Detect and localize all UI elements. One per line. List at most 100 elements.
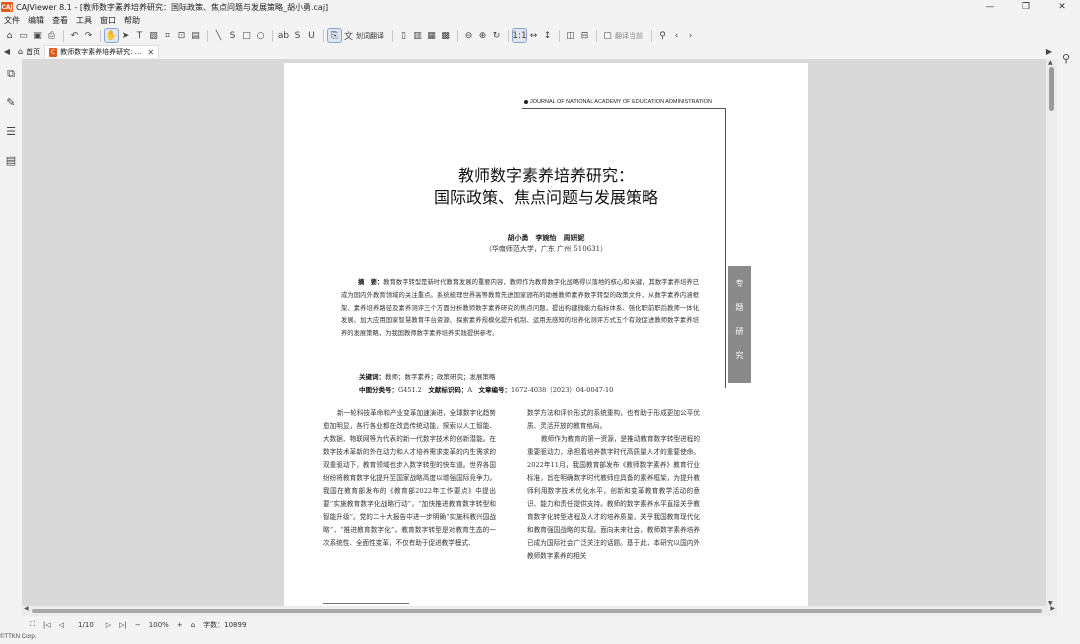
home-icon[interactable]: ⌂: [3, 29, 16, 42]
hand-tool-icon[interactable]: ✋: [104, 28, 119, 43]
word-count: 字数： 10899: [203, 620, 246, 630]
curve-tool-icon[interactable]: S: [226, 29, 239, 42]
menu-help[interactable]: 帮助: [120, 15, 144, 26]
toolbar-separator: [272, 29, 273, 42]
app-window: CAJ CAJViewer 8.1 - [教师数字素养培养研究：国际政策、焦点问…: [0, 0, 1080, 644]
strikethrough-icon[interactable]: S: [291, 29, 304, 42]
next-page-icon[interactable]: ▷: [106, 621, 111, 629]
fit-page-icon[interactable]: ↕: [541, 29, 554, 42]
zoom-out-icon[interactable]: ⊖: [462, 29, 475, 42]
horizontal-scrollbar[interactable]: ◀ ▶: [22, 605, 1057, 616]
translate-icon[interactable]: 文: [342, 29, 355, 42]
continuous-page-icon[interactable]: ▥: [411, 29, 424, 42]
tab-document[interactable]: C 教师数字素养培养研究: ... ✕: [44, 45, 160, 58]
maximize-button[interactable]: ❐: [1008, 0, 1044, 14]
toolbar-separator: [63, 29, 64, 42]
line-tool-icon[interactable]: ╲: [212, 29, 225, 42]
tab-home-label: 首页: [26, 47, 41, 56]
document-page: JOURNAL OF NATIONAL ACADEMY OF EDUCATION…: [284, 63, 808, 607]
comment-icon[interactable]: ▤: [189, 29, 202, 42]
single-page-icon[interactable]: ▯: [397, 29, 410, 42]
previous-icon[interactable]: ‹: [670, 29, 683, 42]
tab-home[interactable]: ⌂ 首页: [14, 45, 44, 58]
right-panel: ⚲: [1057, 44, 1080, 604]
doc-code-label: 文献标识码：: [428, 386, 468, 394]
tab-scroll-right-icon[interactable]: ▶: [1046, 47, 1052, 56]
classification-line: 中图分类号：G451.2 文献标识码：A 文章编号：1672-4038（2023…: [359, 384, 613, 394]
undo-icon[interactable]: ↶: [68, 29, 81, 42]
menu-view[interactable]: 查看: [48, 15, 72, 26]
redo-icon[interactable]: ↷: [82, 29, 95, 42]
zoom-in-status-icon[interactable]: +: [177, 621, 183, 629]
translate-page-icon[interactable]: ▢: [601, 29, 614, 42]
edit-icon[interactable]: ✎: [0, 88, 22, 117]
toolbar: ⌂ ▭ ▣ ⎙ ↶ ↷ ✋ ➤ T ▨ ⌗ ⊡ ▤ ╲ S □ ○ ab S U…: [0, 27, 1080, 44]
rotate-icon[interactable]: ↻: [490, 29, 503, 42]
zoom-in-icon[interactable]: ⊕: [476, 29, 489, 42]
word-translate-icon[interactable]: ⎘: [327, 28, 342, 43]
close-tab-icon[interactable]: ✕: [147, 48, 154, 57]
copyright-text: ©TTKN Corp.: [0, 634, 37, 640]
zoom-out-status-icon[interactable]: −: [135, 621, 141, 629]
menu-window[interactable]: 窗口: [96, 15, 120, 26]
rectangle-tool-icon[interactable]: □: [240, 29, 253, 42]
class-value: G451.2: [398, 386, 422, 394]
thumbnail-view-icon[interactable]: ▩: [439, 29, 452, 42]
list-icon[interactable]: ☰: [0, 117, 22, 146]
page-indicator[interactable]: 1/10: [78, 621, 94, 629]
body-paragraph: 教师作为教育的第一资源，是推动教育数字转型进程的重要驱动力，承担着培养数字时代高…: [527, 435, 700, 560]
fit-icon[interactable]: ⌂: [191, 621, 195, 629]
text-select-icon[interactable]: T: [133, 29, 146, 42]
footnote-rule: [323, 603, 409, 604]
two-page-icon[interactable]: ▦: [425, 29, 438, 42]
split-view-icon[interactable]: ◫: [564, 29, 577, 42]
scroll-left-icon[interactable]: ◀: [24, 605, 29, 612]
last-page-icon[interactable]: ▷|: [119, 621, 127, 629]
menu-file[interactable]: 文件: [0, 15, 24, 26]
scroll-up-icon[interactable]: ▲: [1048, 59, 1053, 66]
toolbar-separator: [323, 29, 324, 42]
close-window-button[interactable]: ✕: [1044, 0, 1080, 14]
translate-current-label[interactable]: 翻译当前: [615, 31, 643, 41]
scroll-right-icon[interactable]: ▶: [1050, 605, 1055, 612]
toolbar-separator: [508, 29, 509, 42]
notes-icon[interactable]: ▤: [0, 146, 22, 175]
next-icon[interactable]: ›: [684, 29, 697, 42]
prev-page-icon[interactable]: ◁: [59, 621, 64, 629]
word-count-value: 10899: [224, 620, 247, 629]
select-cursor-icon[interactable]: ➤: [119, 29, 132, 42]
fit-width-icon[interactable]: ↔: [527, 29, 540, 42]
article-authors: 胡小勇 李婉怡 周妍妮: [507, 233, 585, 242]
vertical-scroll-thumb[interactable]: [1049, 67, 1054, 111]
actual-size-icon[interactable]: 1:1: [512, 28, 527, 43]
word-translate-label[interactable]: 划词翻译: [356, 31, 384, 41]
highlight-icon[interactable]: ab: [277, 29, 290, 42]
vertical-scrollbar[interactable]: ▲ ▼: [1046, 59, 1057, 607]
image-select-icon[interactable]: ▨: [147, 29, 160, 42]
horizontal-scroll-thumb[interactable]: [32, 609, 1042, 613]
search-icon[interactable]: ⚲: [656, 29, 669, 42]
first-page-icon[interactable]: |◁: [43, 621, 51, 629]
zoom-level[interactable]: 100%: [149, 621, 169, 629]
tab-scroll-left-icon[interactable]: ◀: [0, 47, 14, 56]
journal-header: JOURNAL OF NATIONAL ACADEMY OF EDUCATION…: [524, 99, 712, 105]
body-paragraph: 数学方法和评价形式的系统重构，也有助于形成更加公平优质、灵活开放的教育格局。: [527, 409, 700, 430]
open-file-icon[interactable]: ▭: [17, 29, 30, 42]
compare-view-icon[interactable]: ⊟: [578, 29, 591, 42]
menu-tools[interactable]: 工具: [72, 15, 96, 26]
snapshot-icon[interactable]: ⌗: [161, 29, 174, 42]
document-viewport[interactable]: JOURNAL OF NATIONAL ACADEMY OF EDUCATION…: [22, 59, 1046, 607]
underline-icon[interactable]: U: [305, 29, 318, 42]
save-icon[interactable]: ▣: [31, 29, 44, 42]
panel-search-icon[interactable]: ⚲: [1062, 52, 1070, 65]
ellipse-tool-icon[interactable]: ○: [254, 29, 267, 42]
app-logo: CAJ: [1, 2, 13, 12]
keywords: 关键词：教师；数字素养；政策研究；发展策略: [359, 371, 496, 381]
fullscreen-icon[interactable]: ⛶: [30, 620, 35, 629]
copy-icon[interactable]: ⧉: [0, 59, 22, 88]
minimize-button[interactable]: —: [972, 0, 1008, 14]
print-icon[interactable]: ⎙: [45, 29, 58, 42]
bookmark-icon[interactable]: ⊡: [175, 29, 188, 42]
title-bar: CAJ CAJViewer 8.1 - [教师数字素养培养研究：国际政策、焦点问…: [0, 0, 1080, 14]
menu-edit[interactable]: 编辑: [24, 15, 48, 26]
